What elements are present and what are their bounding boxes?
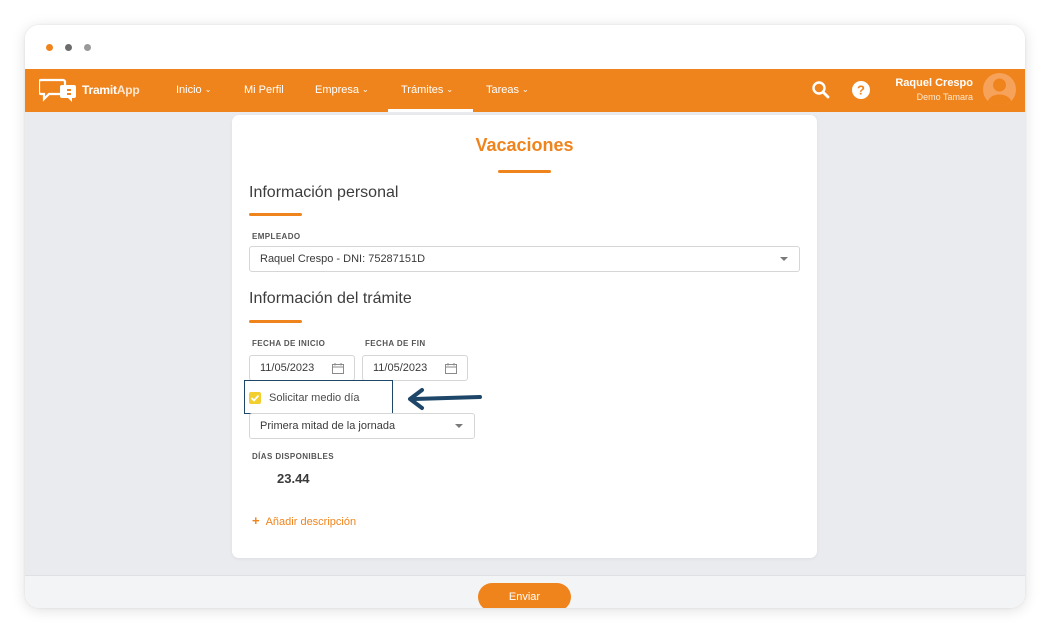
nav-item-label: Tareas: [486, 84, 520, 96]
half-day-checkbox[interactable]: [249, 392, 261, 404]
speech-bubbles-icon: [39, 78, 76, 102]
window-dot-gray[interactable]: [84, 44, 91, 51]
nav-item-label: Empresa: [315, 84, 360, 96]
start-date-label: FECHA DE INICIO: [252, 339, 326, 348]
chevron-down-icon: ⌄: [204, 85, 212, 94]
search-icon[interactable]: [811, 80, 831, 100]
title-underline: [498, 170, 551, 173]
section-title-procedure: Información del trámite: [249, 290, 412, 307]
svg-text:?: ?: [857, 83, 865, 98]
checkmark-icon: [250, 394, 260, 402]
end-date-input[interactable]: 11/05/2023: [362, 355, 468, 381]
available-days-value: 23.44: [277, 471, 310, 486]
section-underline: [249, 213, 302, 216]
end-date-value: 11/05/2023: [373, 362, 428, 374]
avatar[interactable]: [983, 73, 1016, 106]
employee-select[interactable]: Raquel Crespo - DNI: 75287151D: [249, 246, 800, 272]
nav-item-tareas[interactable]: Tareas ⌄: [486, 84, 529, 96]
top-navbar: TramitApp Inicio ⌄ Mi Perfil Empresa ⌄ Trá…: [25, 69, 1025, 112]
caret-down-icon: [780, 257, 788, 261]
available-days-label: DÍAS DISPONIBLES: [252, 452, 334, 461]
employee-value: Raquel Crespo - DNI: 75287151D: [260, 253, 426, 265]
chevron-down-icon: ⌄: [362, 85, 369, 94]
window-dot-dark[interactable]: [65, 44, 72, 51]
page-title: Vacaciones: [475, 135, 574, 155]
submit-button[interactable]: Enviar: [478, 583, 571, 608]
nav-item-label: Inicio: [176, 84, 202, 96]
brand-logo[interactable]: TramitApp: [39, 76, 149, 104]
plus-icon: +: [252, 513, 260, 528]
section-underline: [249, 320, 302, 323]
user-name[interactable]: Raquel Crespo: [895, 77, 973, 89]
user-company: Demo Tamara: [916, 92, 973, 102]
arrow-left-annotation-icon: [408, 388, 482, 410]
start-date-value: 11/05/2023: [260, 362, 315, 374]
form-footer: Enviar: [25, 575, 1025, 608]
nav-item-empresa[interactable]: Empresa ⌄: [315, 84, 369, 96]
brand-name: TramitApp: [82, 83, 140, 97]
start-date-input[interactable]: 11/05/2023: [249, 355, 355, 381]
chevron-down-icon: ⌄: [446, 85, 454, 94]
nav-item-inicio[interactable]: Inicio ⌄: [176, 84, 211, 96]
end-date-label: FECHA DE FIN: [365, 339, 426, 348]
chevron-down-icon: ⌄: [522, 85, 529, 94]
add-description-link[interactable]: + Añadir descripción: [252, 513, 356, 528]
nav-item-tramites[interactable]: Trámites ⌄: [401, 84, 453, 96]
section-title-personal: Información personal: [249, 184, 399, 201]
window-titlebar: [25, 25, 1025, 69]
nav-item-label: Trámites: [401, 84, 444, 96]
employee-label: EMPLEADO: [252, 232, 301, 241]
user-avatar-icon: [987, 78, 1012, 106]
help-icon[interactable]: ?: [851, 80, 871, 100]
half-day-option-select[interactable]: Primera mitad de la jornada: [249, 413, 475, 439]
calendar-icon[interactable]: [445, 363, 457, 374]
nav-item-mi-perfil[interactable]: Mi Perfil: [244, 84, 284, 96]
browser-window: TramitApp Inicio ⌄ Mi Perfil Empresa ⌄ Trá…: [25, 25, 1025, 608]
add-description-label: Añadir descripción: [265, 516, 357, 528]
calendar-icon[interactable]: [332, 363, 344, 374]
form-card: Vacaciones Información personal EMPLEADO…: [232, 115, 817, 558]
main-content: Vacaciones Información personal EMPLEADO…: [25, 112, 1025, 575]
nav-item-label: Mi Perfil: [244, 84, 284, 96]
half-day-option-value: Primera mitad de la jornada: [260, 420, 396, 432]
caret-down-icon: [455, 424, 463, 428]
window-dot-orange[interactable]: [46, 44, 53, 51]
half-day-label[interactable]: Solicitar medio día: [269, 392, 360, 404]
